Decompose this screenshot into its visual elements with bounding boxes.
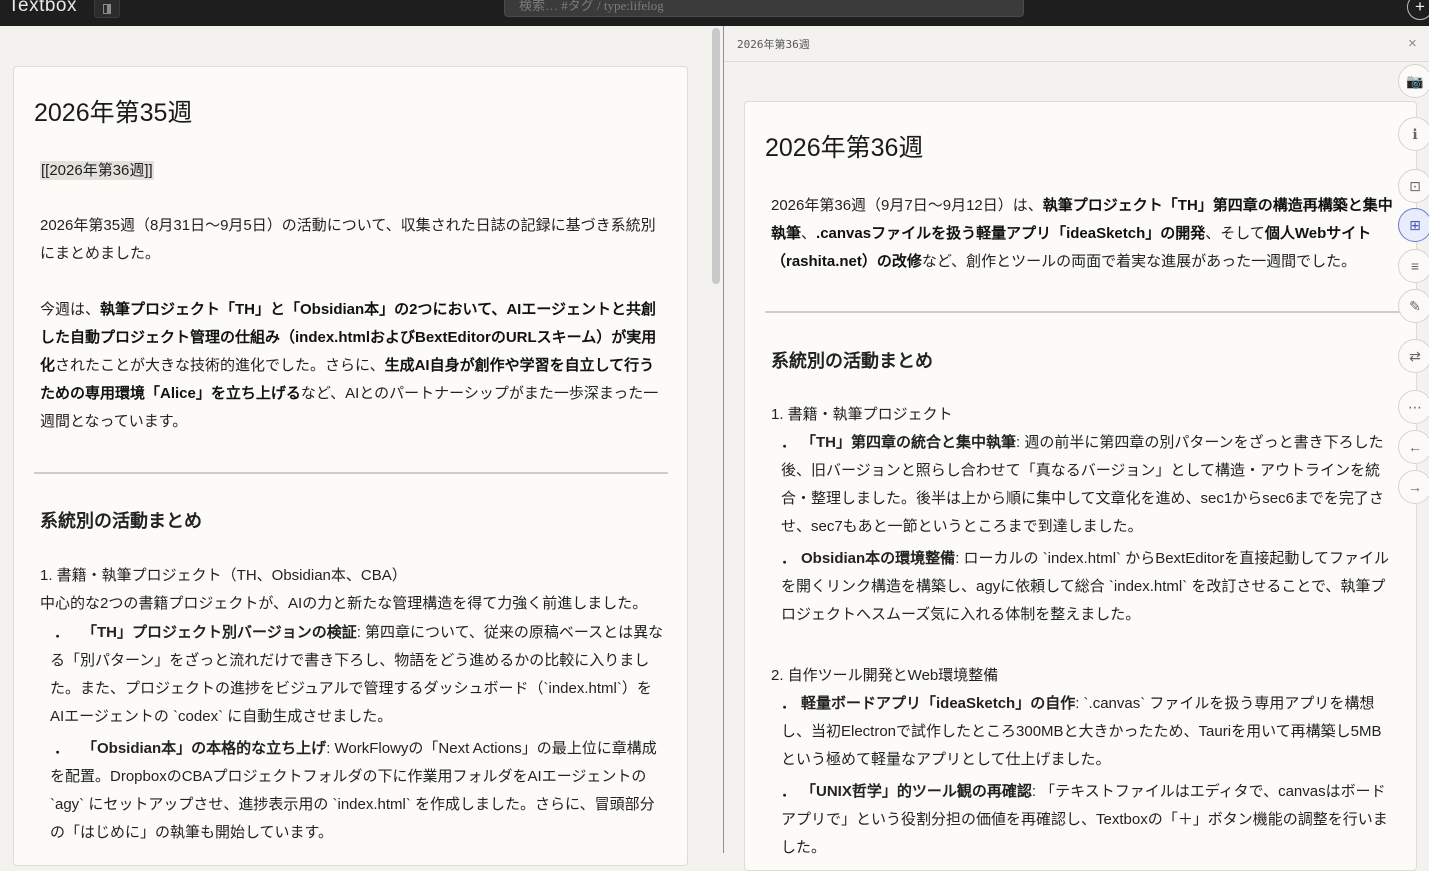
app-title: Textbox <box>8 0 77 16</box>
bullet-dot: ． <box>54 624 70 641</box>
search-input[interactable]: 検索… #タグ / type:lifelog <box>504 0 1024 17</box>
bullet-item: ． Obsidian本の環境整備: ローカルの `index.html` からB… <box>781 545 1395 629</box>
bullet-item: ． 「TH」第四章の統合と集中執筆: 週の前半に第四章の別パターンをざっと書き下… <box>781 429 1395 541</box>
bullet-item: ． 「Obsidian本」の本格的な立ち上げ: WorkFlowyの「Next … <box>50 735 664 847</box>
list-item-lead: 中心的な2つの書籍プロジェクトが、AIの力と新たな管理構造を得て力強く前進しまし… <box>40 595 648 612</box>
add-button[interactable]: + <box>1407 0 1429 20</box>
horizontal-rule <box>765 311 1405 313</box>
right-pane: 2026年第36週 × 2026年第36週 2026年第36週（9月7日〜9月1… <box>724 26 1429 871</box>
tool-rail: 📷 ℹ ⊡ ⊞ ≡ ✎ ⇄ ⋯ ← → <box>1398 64 1429 504</box>
bullet-item: ． 「UNIX哲学」的ツール観の再確認: 「テキストファイルはエディタで、can… <box>781 778 1395 862</box>
section-heading: 系統別の活動まとめ <box>40 511 202 531</box>
sidebar-toggle-icon[interactable] <box>94 0 120 18</box>
bullet-label: 「Obsidian本」の本格的な立ち上げ <box>82 740 327 757</box>
wiki-link-week36[interactable]: [[2026年第36週]] <box>40 161 154 180</box>
bullet-dot: ． <box>781 550 797 567</box>
bullet-label: Obsidian本の環境整備 <box>801 550 956 567</box>
summary-paragraph: 今週は、執筆プロジェクト「TH」と「Obsidian本」の2つにおいて、AIエー… <box>40 301 659 430</box>
bullet-dot: ． <box>781 434 797 451</box>
swap-icon[interactable]: ⇄ <box>1398 339 1429 373</box>
horizontal-rule <box>34 472 668 474</box>
left-pane: 2026年第35週 [[2026年第36週]] 2026年第35週（8月31日〜… <box>0 26 723 866</box>
bullet-label: 「TH」第四章の統合と集中執筆 <box>801 434 1016 451</box>
forward-icon[interactable]: → <box>1398 470 1429 504</box>
summary-paragraph: 2026年第36週（9月7日〜9月12日）は、執筆プロジェクト「TH」第四章の構… <box>771 197 1393 270</box>
bullet-item: ． 軽量ボードアプリ「ideaSketch」の自作: `.canvas` ファイ… <box>781 690 1395 774</box>
note-card-week36[interactable]: 2026年第36週 2026年第36週（9月7日〜9月12日）は、執筆プロジェク… <box>744 101 1417 871</box>
more-icon[interactable]: ⋯ <box>1398 390 1429 424</box>
bullet-item: ． 「TH」プロジェクト別バージョンの検証: 第四章について、従来の原稿ベースと… <box>50 619 664 731</box>
top-bar: Textbox 検索… #タグ / type:lifelog + <box>0 0 1429 26</box>
bullet-label: 軽量ボードアプリ「ideaSketch」の自作 <box>801 695 1076 712</box>
list-item-title: 1. 書籍・執筆プロジェクト <box>771 406 953 423</box>
note-title: 2026年第35週 <box>34 99 193 127</box>
note-title: 2026年第36週 <box>765 134 924 162</box>
bullet-dot: ． <box>781 783 797 800</box>
section-heading: 系統別の活動まとめ <box>771 351 933 371</box>
note-card-week35[interactable]: 2026年第35週 [[2026年第36週]] 2026年第35週（8月31日〜… <box>13 66 688 866</box>
bullet-dot: ． <box>54 740 70 757</box>
pane-header-title: 2026年第36週 <box>737 38 810 51</box>
list-item-title: 1. 書籍・執筆プロジェクト（TH、Obsidian本、CBA） <box>40 567 407 584</box>
grid-icon[interactable]: ⊞ <box>1398 208 1429 242</box>
wiki-link-paragraph: [[2026年第36週]] <box>40 157 154 185</box>
close-icon[interactable]: × <box>1408 35 1417 52</box>
bullet-label: 「UNIX哲学」的ツール観の再確認 <box>801 783 1032 800</box>
frame-icon[interactable]: ⊡ <box>1398 169 1429 203</box>
info-icon[interactable]: ℹ <box>1398 117 1429 151</box>
list-item-title: 2. 自作ツール開発とWeb環境整備 <box>771 667 999 684</box>
bullet-dot: ． <box>781 695 797 712</box>
back-icon[interactable]: ← <box>1398 430 1429 464</box>
intro-paragraph: 2026年第35週（8月31日〜9月5日）の活動について、収集された日誌の記録に… <box>40 217 656 262</box>
pane-header: 2026年第36週 × <box>724 26 1429 62</box>
scrollbar-thumb[interactable] <box>712 28 720 284</box>
bullet-label: 「TH」プロジェクト別バージョンの検証 <box>82 624 357 641</box>
pencil-icon[interactable]: ✎ <box>1398 289 1429 323</box>
list-icon[interactable]: ≡ <box>1398 249 1429 283</box>
camera-icon[interactable]: 📷 <box>1398 64 1429 98</box>
